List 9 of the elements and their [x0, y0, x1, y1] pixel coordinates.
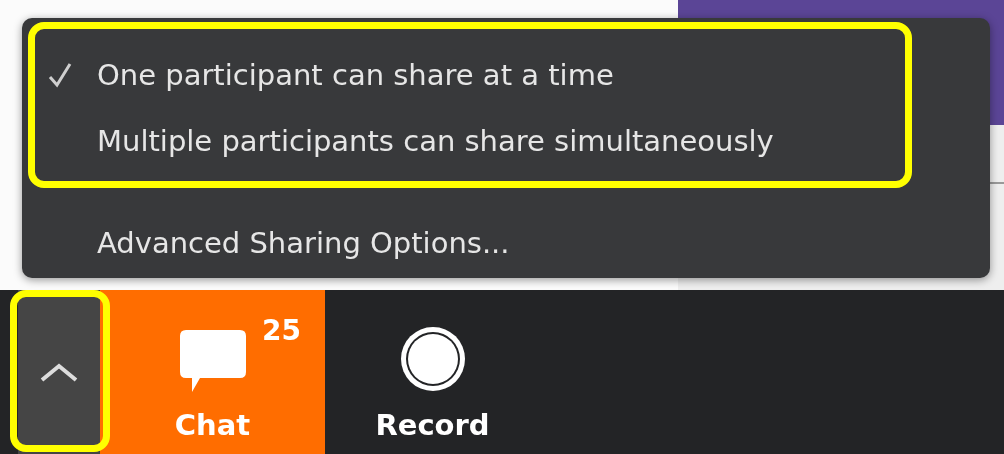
unread-count: 25 — [262, 314, 301, 347]
record-button[interactable]: Record — [325, 290, 540, 454]
menu-option[interactable]: Advanced Sharing Options... — [22, 210, 990, 276]
checkmark-icon — [47, 62, 72, 88]
caret-icon — [40, 362, 78, 382]
expand-button[interactable] — [18, 290, 100, 454]
speech-bubble-icon — [177, 328, 248, 394]
menu-option[interactable]: Multiple participants can share simultaneously — [22, 108, 990, 174]
menu-option[interactable]: One participant can share at a time — [22, 42, 990, 108]
